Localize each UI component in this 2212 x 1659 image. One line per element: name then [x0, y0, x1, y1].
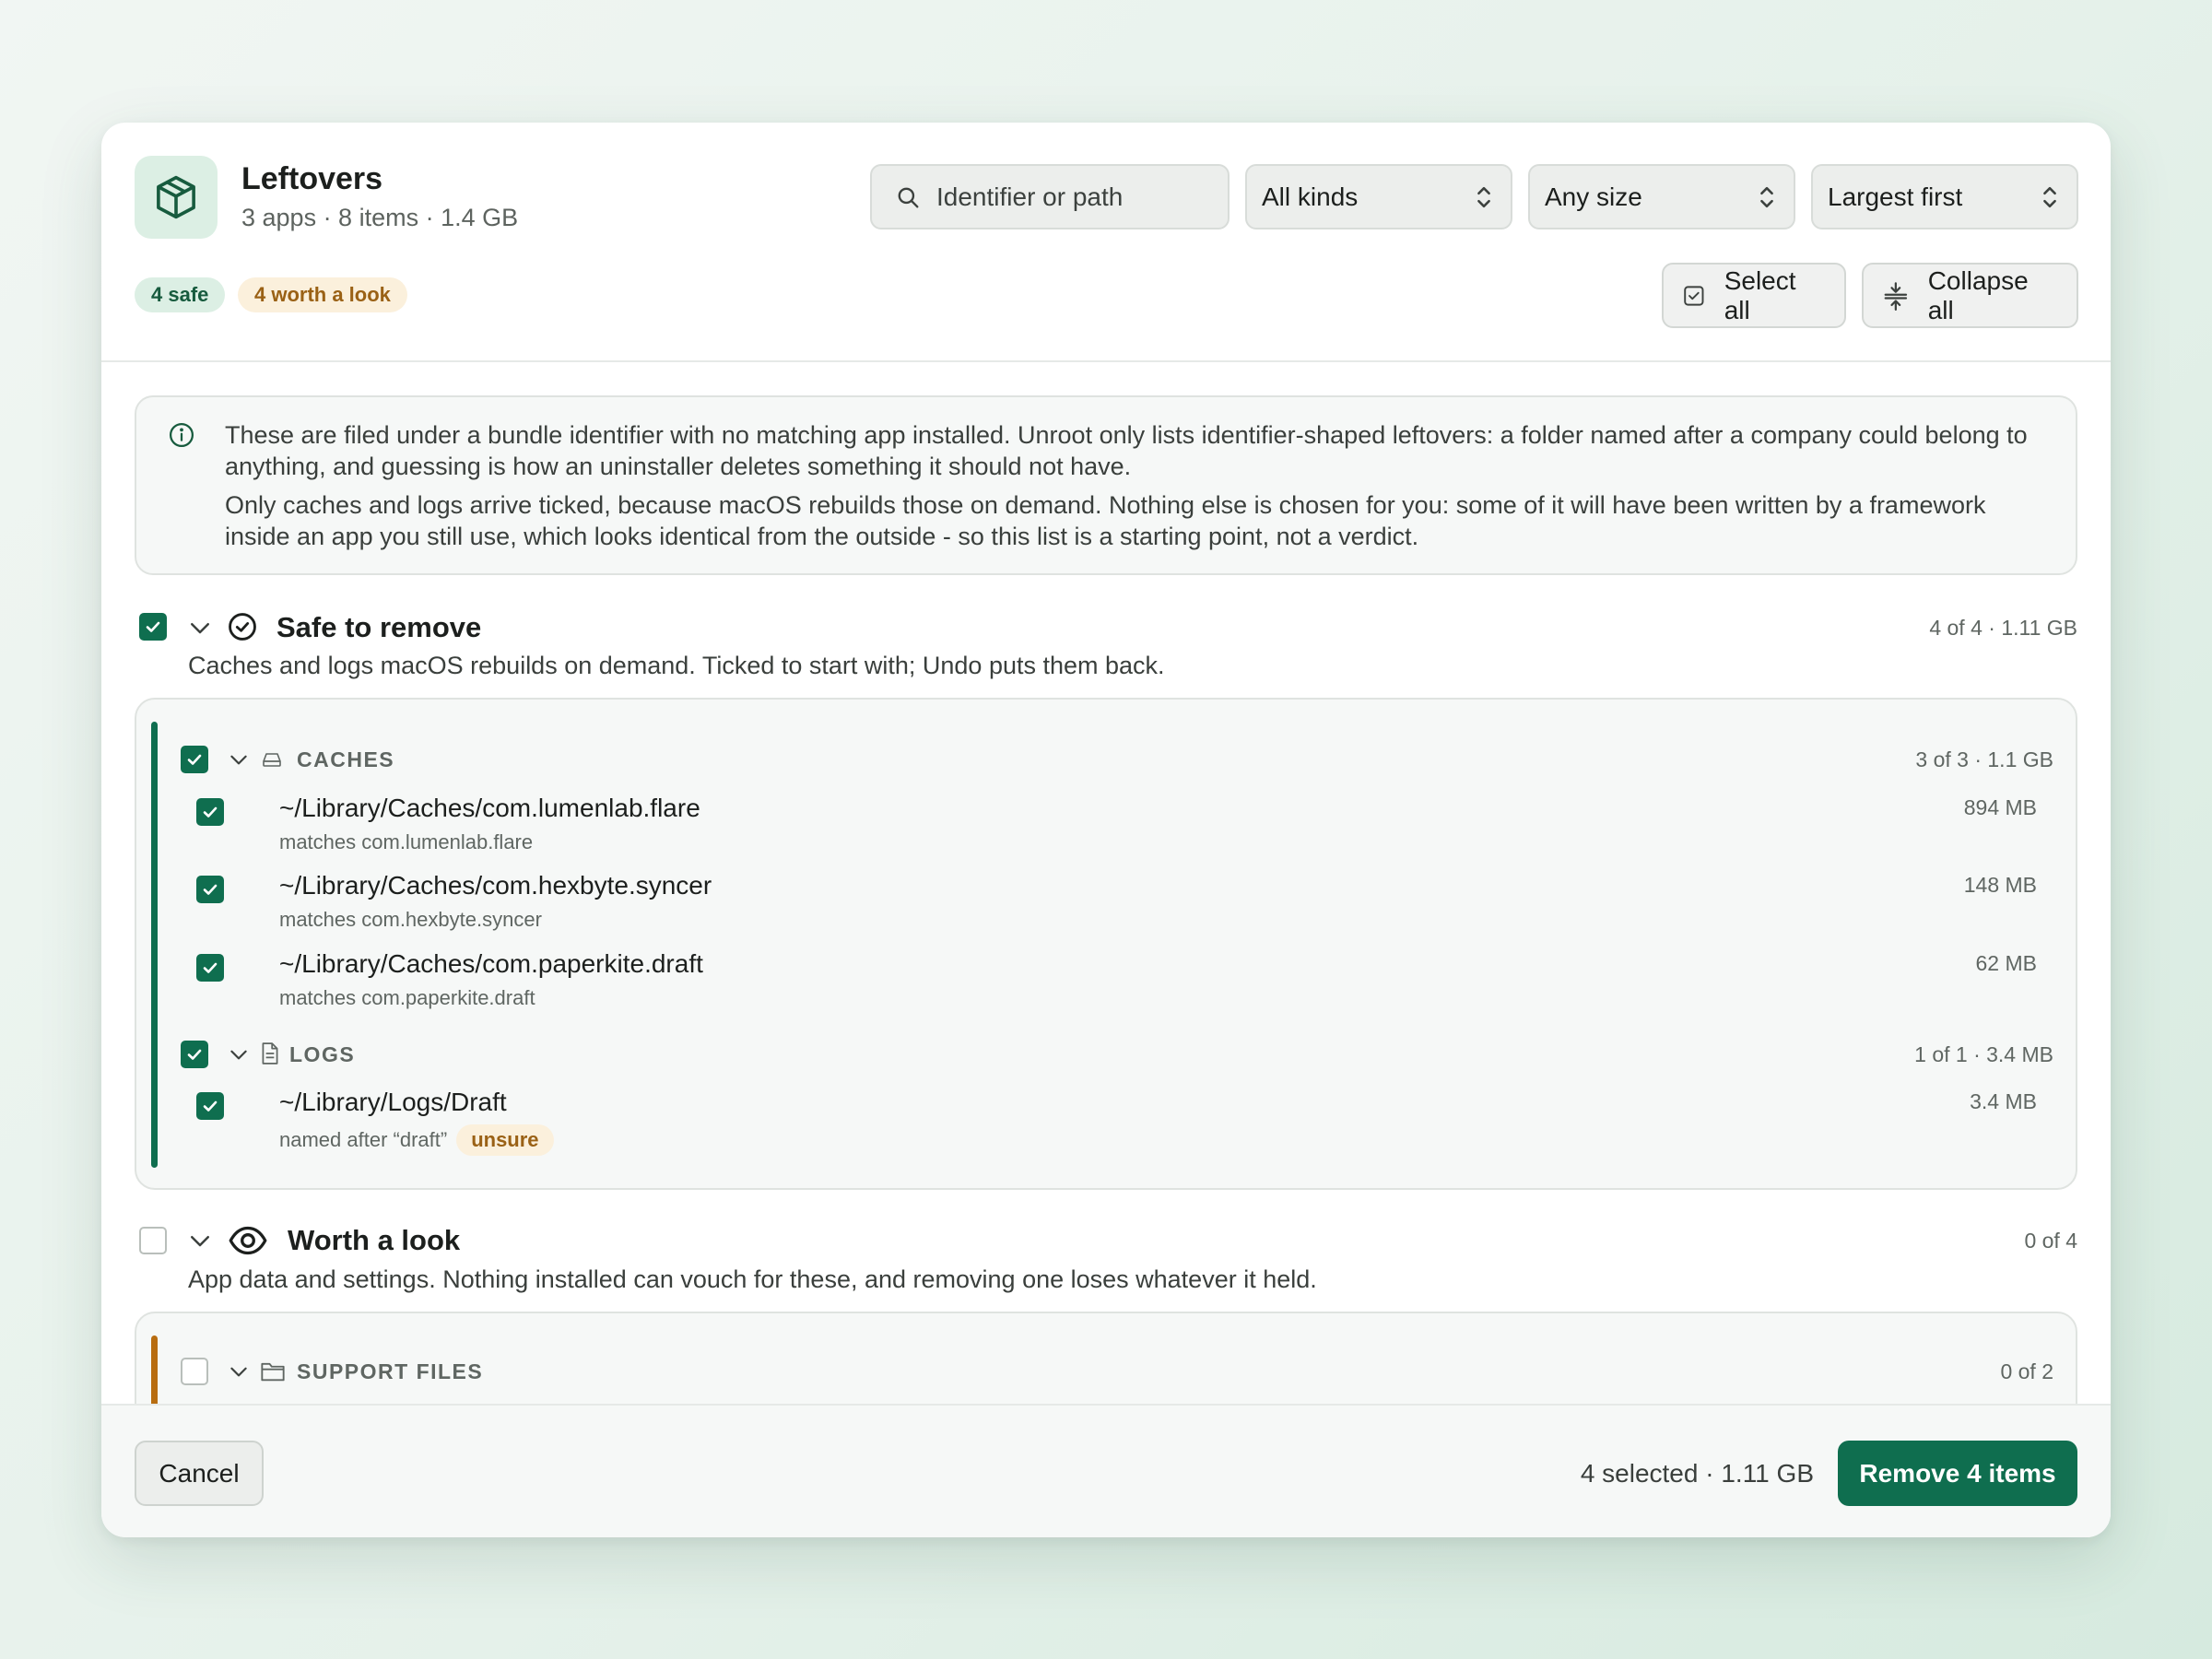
safe-accent-bar	[151, 722, 158, 1168]
info-paragraph-2: Only caches and logs arrive ticked, beca…	[225, 491, 1986, 550]
collapse-all-label: Collapse all	[1927, 265, 2029, 324]
chevron-down-icon[interactable]	[227, 1359, 251, 1383]
sort-select[interactable]: Largest first	[1811, 164, 2078, 229]
collapse-icon	[1884, 281, 1908, 311]
search-icon	[898, 187, 919, 207]
info-paragraph-1: These are filed under a bundle identifie…	[225, 421, 2028, 480]
dialog-header: Leftovers 3 apps · 8 items · 1.4 GB All …	[101, 123, 2111, 362]
cancel-button[interactable]: Cancel	[135, 1441, 264, 1506]
safe-section-checkbox[interactable]	[139, 613, 167, 641]
folder-icon	[261, 1362, 285, 1382]
select-all-button[interactable]: Select all	[1662, 263, 1846, 328]
chevron-down-icon[interactable]	[186, 1227, 214, 1254]
checkmark-icon	[146, 621, 160, 632]
support-files-category-checkbox[interactable]	[181, 1358, 208, 1385]
logs-category-checkbox[interactable]	[181, 1041, 208, 1068]
search-field[interactable]	[870, 164, 1230, 229]
item-match: matches com.hexbyte.syncer	[279, 908, 542, 931]
search-input[interactable]	[936, 182, 1213, 212]
item-size: 62 MB	[1975, 951, 2037, 975]
safe-count-badge: 4 safe	[135, 277, 226, 312]
safe-section-title: Safe to remove	[276, 611, 482, 643]
document-icon	[262, 1042, 278, 1065]
info-icon	[170, 423, 194, 447]
kind-filter-select[interactable]: All kinds	[1245, 164, 1512, 229]
caches-category-checkbox[interactable]	[181, 746, 208, 773]
support-files-category-label: SUPPORT FILES	[297, 1359, 484, 1383]
selection-summary: 4 selected · 1.11 GB	[1580, 1459, 1814, 1488]
chevron-down-icon[interactable]	[227, 1042, 251, 1066]
checkmark-icon	[187, 754, 202, 765]
eye-icon	[229, 1226, 267, 1255]
chevron-down-icon[interactable]	[227, 747, 251, 771]
updown-chevron-icon	[1477, 186, 1490, 207]
worth-a-look-section-checkbox[interactable]	[139, 1227, 167, 1254]
worth-a-look-section-title: Worth a look	[288, 1224, 461, 1256]
worth-a-look-section-meta: 0 of 4	[2024, 1229, 2077, 1253]
safe-section-meta: 4 of 4 · 1.11 GB	[1929, 616, 2077, 640]
check-circle-icon	[229, 613, 256, 641]
safe-items-group: CACHES 3 of 3 · 1.1 GB ~/Library/Caches/…	[135, 698, 2077, 1190]
item-match: named after “draft”	[279, 1128, 448, 1151]
size-filter-select[interactable]: Any size	[1528, 164, 1795, 229]
item-size: 148 MB	[1963, 873, 2037, 897]
dialog-footer: Cancel 4 selected · 1.11 GB Remove 4 ite…	[101, 1404, 2111, 1537]
support-files-category-meta: 0 of 2	[2000, 1359, 2053, 1383]
select-all-label: Select all	[1724, 265, 1796, 324]
checkmark-icon	[203, 1100, 218, 1112]
collapse-all-button[interactable]: Collapse all	[1862, 263, 2078, 328]
item-path: ~/Library/Logs/Draft	[279, 1088, 507, 1116]
checkbox-icon	[1684, 285, 1704, 306]
item-path: ~/Library/Caches/com.lumenlab.flare	[279, 794, 700, 822]
item-checkbox[interactable]	[196, 798, 224, 826]
chevron-down-icon[interactable]	[186, 614, 214, 641]
drive-icon	[263, 753, 281, 767]
worth-a-look-count-badge: 4 worth a look	[238, 277, 407, 312]
item-match: matches com.lumenlab.flare	[279, 830, 534, 853]
checkmark-icon	[187, 1049, 202, 1060]
caches-category-label: CACHES	[297, 747, 395, 771]
worth-a-look-section-description: App data and settings. Nothing installed…	[188, 1265, 1317, 1293]
logs-category-meta: 1 of 1 · 3.4 MB	[1914, 1042, 2053, 1066]
unsure-badge: unsure	[456, 1124, 554, 1156]
item-size: 894 MB	[1963, 795, 2037, 819]
page-title: Leftovers	[241, 161, 383, 196]
item-match: matches com.paperkite.draft	[279, 986, 535, 1009]
item-checkbox[interactable]	[196, 954, 224, 982]
info-panel: These are filed under a bundle identifie…	[135, 395, 2077, 575]
size-filter-value: Any size	[1545, 182, 1642, 211]
checkmark-icon	[203, 884, 218, 895]
item-checkbox[interactable]	[196, 1092, 224, 1120]
item-path: ~/Library/Caches/com.paperkite.draft	[279, 949, 703, 978]
remove-items-button[interactable]: Remove 4 items	[1838, 1441, 2077, 1506]
page-subtitle: 3 apps · 8 items · 1.4 GB	[241, 204, 519, 231]
caches-category-meta: 3 of 3 · 1.1 GB	[1915, 747, 2053, 771]
updown-chevron-icon	[1760, 186, 1773, 207]
checkmark-icon	[203, 806, 218, 818]
item-size: 3.4 MB	[1970, 1089, 2037, 1113]
sort-value: Largest first	[1828, 182, 1963, 211]
logs-category-label: LOGS	[289, 1042, 356, 1066]
kind-filter-value: All kinds	[1262, 182, 1359, 211]
checkmark-icon	[203, 962, 218, 973]
item-match-row: named after “draft” unsure	[279, 1124, 554, 1156]
safe-section-description: Caches and logs macOS rebuilds on demand…	[188, 652, 1165, 679]
item-checkbox[interactable]	[196, 876, 224, 903]
item-path: ~/Library/Caches/com.hexbyte.syncer	[279, 871, 712, 900]
updown-chevron-icon	[2043, 186, 2056, 207]
package-icon	[135, 156, 218, 239]
leftovers-dialog: Leftovers 3 apps · 8 items · 1.4 GB All …	[101, 123, 2111, 1537]
